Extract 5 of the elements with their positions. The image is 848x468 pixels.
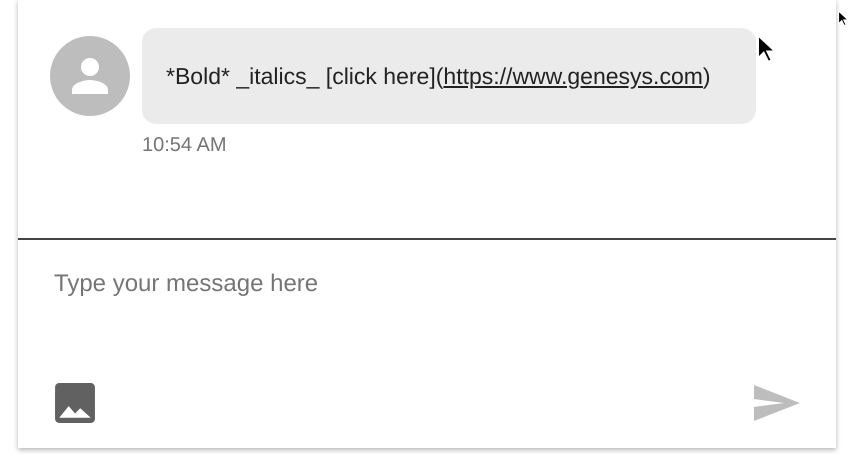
- link[interactable]: https://www.genesys.com: [443, 63, 703, 89]
- avatar-icon: [50, 36, 130, 116]
- message-text: *Bold* _italics_ [click here](https://www.genesys.com): [166, 63, 711, 89]
- image-icon[interactable]: [54, 382, 96, 424]
- timestamp: 10:54 AM: [142, 134, 227, 157]
